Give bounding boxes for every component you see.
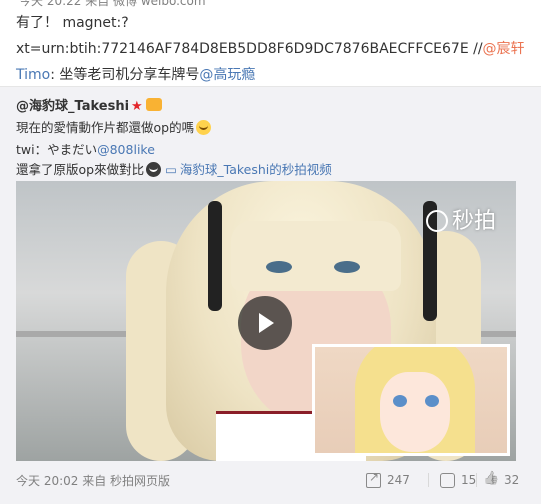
mention-link[interactable]: @宸轩: [483, 41, 525, 57]
comment-count: 15: [461, 473, 477, 487]
magnet-link-text: xt=urn:btih:772146AF784D8EB5DD8F6D9DC787…: [16, 41, 483, 57]
mention-link[interactable]: @高玩瘾: [199, 67, 255, 83]
original-author-row: @海豹球_Takeshi ★: [16, 95, 162, 114]
repost-text: 有了！ magnet:? xt=urn:btih:772146AF784D8EB…: [16, 10, 536, 88]
miaopai-logo-icon: [425, 210, 448, 232]
post-footer: 今天 20:02 来自 秒拍网页版 247 15 32: [16, 469, 525, 491]
emoji-icon: [196, 120, 212, 135]
post-time: 今天 20:02 来自 秒拍网页版: [16, 474, 171, 488]
star-icon: ★: [131, 99, 143, 114]
video-bangs: [231, 221, 401, 291]
like-count: 32: [504, 473, 520, 487]
anime-eye-right: [425, 395, 439, 407]
original-text-1-content: 現在的愛情動作片都還做op的嗎: [16, 120, 195, 135]
original-text-3-content: 還拿了原版op來做對比: [16, 162, 145, 177]
repost-meta: 今天 20:22 来自 微博 weibo.com: [19, 0, 206, 8]
repost-line-1: 有了！ magnet:?: [16, 15, 129, 31]
watermark-label: 秒拍: [451, 209, 496, 234]
anime-eye-left: [393, 395, 407, 407]
video-link[interactable]: ▭ 海豹球_Takeshi的秒拍视频: [165, 162, 332, 177]
original-text-1: 現在的愛情動作片都還做op的嗎: [16, 117, 212, 136]
video-link-label: 海豹球_Takeshi的秒拍视频: [179, 162, 332, 177]
video-eye-left: [266, 261, 292, 273]
author-link[interactable]: @海豹球_Takeshi: [16, 99, 129, 114]
video-eye-right: [334, 261, 360, 273]
share-button[interactable]: 247: [366, 469, 410, 491]
repost-line-3: Timo: 坐等老司机分享车牌号@高玩瘾: [16, 62, 536, 88]
footer-divider: [428, 473, 429, 487]
video-inset-anime: [312, 344, 510, 456]
share-count: 247: [387, 473, 410, 487]
anime-face: [380, 372, 450, 452]
video-player[interactable]: 秒拍: [16, 181, 516, 461]
member-badge-icon: [145, 98, 162, 111]
user-link[interactable]: Timo: [16, 67, 50, 83]
video-ribbon-left: [208, 201, 222, 311]
video-link-icon: ▭: [165, 162, 177, 177]
comment-button[interactable]: 15: [440, 469, 476, 491]
original-text-3: 還拿了原版op來做對比 ▭ 海豹球_Takeshi的秒拍视频: [16, 159, 332, 178]
emoji-icon: [146, 162, 162, 177]
like-button[interactable]: 32: [483, 469, 519, 491]
mention-link[interactable]: @808like: [97, 142, 155, 157]
original-text-2-content: twi：やまだい: [16, 142, 98, 157]
play-icon[interactable]: [238, 296, 292, 350]
original-text-2: twi：やまだい@808like: [16, 139, 155, 158]
original-post-card: @海豹球_Takeshi ★ 現在的愛情動作片都還做op的嗎 twi：やまだい@8…: [0, 86, 541, 504]
repost-line-2: xt=urn:btih:772146AF784D8EB5DD8F6D9DC787…: [16, 36, 536, 62]
footer-divider: [476, 473, 477, 487]
share-icon: [366, 470, 381, 488]
video-watermark: 秒拍: [425, 203, 496, 235]
repost-comment: : 坐等老司机分享车牌号: [50, 67, 200, 83]
comment-icon: [440, 472, 455, 488]
like-icon: [483, 473, 498, 488]
